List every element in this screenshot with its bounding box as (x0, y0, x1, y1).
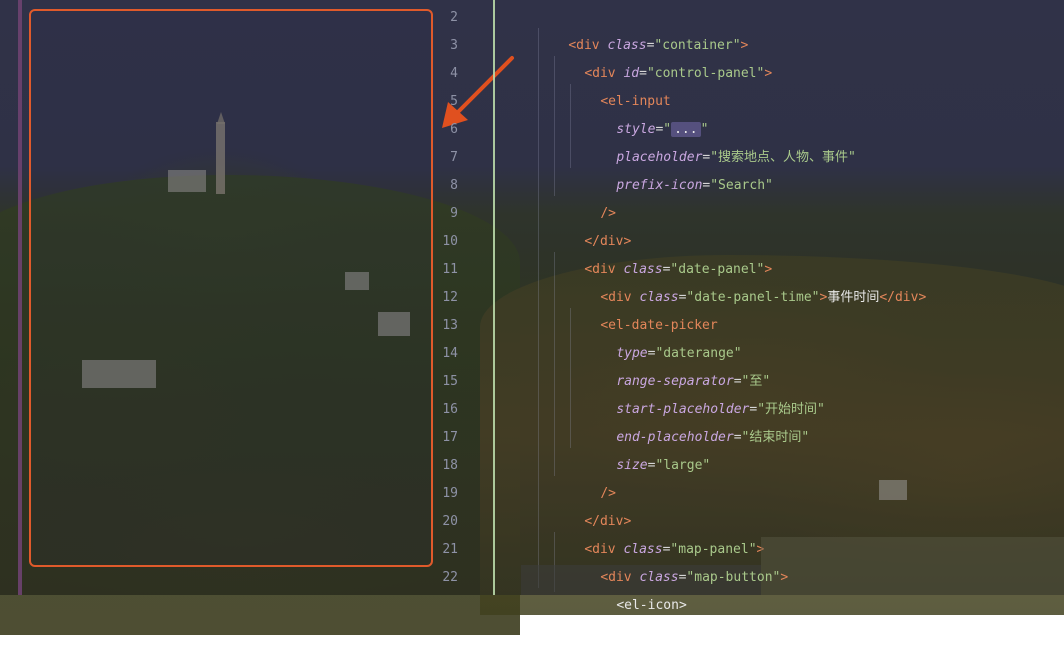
tag-close: > (678, 598, 687, 613)
code-line-6[interactable]: placeholder="搜索地点、人物、事件" (585, 116, 856, 165)
code-line-14[interactable]: range-separator="至" (585, 340, 770, 389)
line-number[interactable]: 6 (436, 116, 458, 144)
attr-value: "结束时间" (741, 430, 810, 445)
line-number[interactable]: 8 (436, 172, 458, 200)
left-accent-stripe (18, 0, 22, 595)
tag-close: > (764, 66, 773, 81)
line-number[interactable]: 5 (436, 88, 458, 116)
code-line-4[interactable]: <el-input (569, 60, 670, 109)
tag-close: > (780, 570, 789, 585)
line-number[interactable]: 17 (436, 424, 458, 452)
attr-name: prefix-icon (616, 178, 703, 193)
line-number[interactable]: 7 (436, 144, 458, 172)
tag-open: <el-icon (616, 598, 679, 613)
tag-end: </div> (879, 290, 927, 305)
code-line-3[interactable]: <div id="control-panel"> (553, 32, 772, 81)
line-number[interactable]: 2 (436, 4, 458, 32)
line-number[interactable]: 19 (436, 480, 458, 508)
line-number[interactable]: 11 (436, 256, 458, 284)
indent-guide (538, 28, 539, 588)
line-number-gutter: 2 3 4 5 6 7 8 9 10 11 12 13 14 15 16 17 18 19 20 21 22 (436, 0, 492, 595)
code-line-5[interactable]: style="... " (585, 88, 708, 137)
attr-name: size (616, 458, 648, 473)
code-line-7[interactable]: prefix-icon="Search" (585, 144, 773, 193)
line-number[interactable]: 12 (436, 284, 458, 312)
line-number[interactable]: 18 (436, 452, 458, 480)
selection-highlight (761, 537, 1064, 595)
code-line-19[interactable]: </div> (553, 480, 631, 529)
code-line-22[interactable]: <el-icon> (585, 564, 686, 613)
code-line-8[interactable]: /> (569, 172, 616, 221)
line-number[interactable]: 16 (436, 396, 458, 424)
code-line-11[interactable]: <div class="date-panel-time">事件时间</div> (569, 256, 926, 305)
annotation-highlight-box (29, 9, 433, 567)
code-line-12[interactable]: <el-date-picker (569, 284, 717, 333)
code-line-2[interactable]: <div class="container"> (537, 4, 748, 53)
line-number[interactable]: 13 (436, 312, 458, 340)
line-number[interactable]: 3 (436, 32, 458, 60)
code-line-18[interactable]: /> (569, 452, 616, 501)
code-line-16[interactable]: end-placeholder="结束时间" (585, 396, 809, 445)
line-number[interactable]: 21 (436, 536, 458, 564)
line-number[interactable]: 10 (436, 228, 458, 256)
element-text: 事件时间 (827, 290, 880, 305)
line-number[interactable]: 20 (436, 508, 458, 536)
code-editor[interactable]: <div class="container"> <div id="control… (495, 0, 1064, 613)
line-number[interactable]: 9 (436, 200, 458, 228)
code-line-21[interactable]: <div class="map-button"> (569, 536, 788, 585)
code-line-10[interactable]: <div class="date-panel"> (553, 228, 772, 277)
line-number[interactable]: 4 (436, 60, 458, 88)
attr-value: "large" (655, 458, 711, 473)
attr-value: "Search" (710, 178, 773, 193)
code-line-15[interactable]: start-placeholder="开始时间" (585, 368, 825, 417)
code-line-9[interactable]: </div> (553, 200, 631, 249)
code-line-17[interactable]: size="large" (585, 424, 710, 473)
code-line-13[interactable]: type="daterange" (585, 312, 741, 361)
attr-value: "map-button" (686, 570, 781, 585)
line-number[interactable]: 22 (436, 564, 458, 592)
line-number[interactable]: 15 (436, 368, 458, 396)
code-line-20[interactable]: <div class="map-panel"> (553, 508, 764, 557)
line-number[interactable]: 14 (436, 340, 458, 368)
